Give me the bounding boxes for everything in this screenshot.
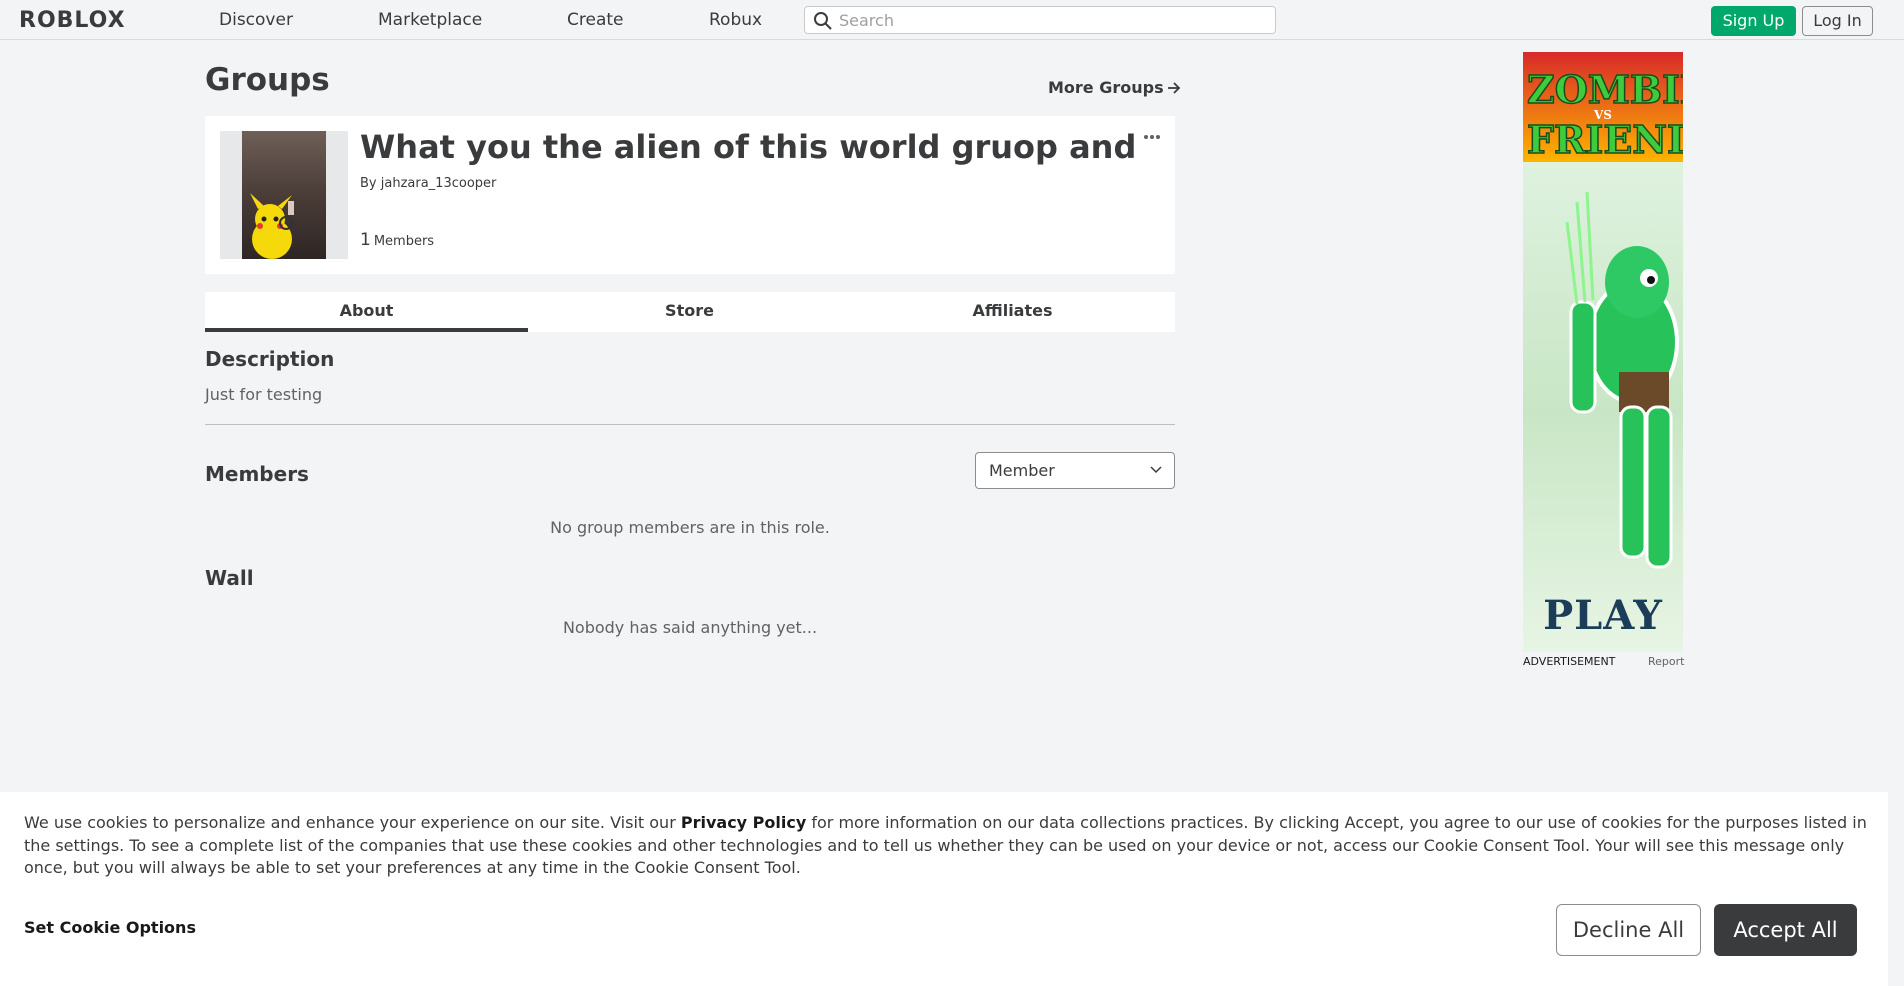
top-navigation-bar: ROBLOX Discover Marketplace Create Robux…: [0, 0, 1904, 40]
description-heading: Description: [205, 347, 335, 371]
zombie-character-image: [1565, 192, 1679, 569]
arrow-right-icon: [1167, 82, 1180, 94]
advertisement-label: ADVERTISEMENT: [1523, 655, 1616, 668]
page-title: Groups: [205, 62, 330, 98]
ad-title-line1: ZOMBIE: [1526, 67, 1683, 112]
accept-all-button[interactable]: Accept All: [1714, 904, 1857, 956]
role-selected-value: Member: [989, 461, 1055, 480]
nav-marketplace[interactable]: Marketplace: [378, 10, 482, 30]
cookie-text-before: We use cookies to personalize and enhanc…: [24, 813, 681, 832]
description-text: Just for testing: [205, 385, 323, 404]
more-groups-label: More Groups: [1048, 78, 1164, 97]
group-emblem: [220, 131, 348, 259]
ad-title: ZOMBIE VS FRIEND: [1526, 67, 1683, 162]
set-cookie-options-link[interactable]: Set Cookie Options: [24, 918, 196, 937]
search-box[interactable]: [804, 6, 1276, 34]
group-owner: By jahzara_13cooper: [360, 176, 496, 191]
nav-create[interactable]: Create: [567, 10, 624, 30]
cookie-message: We use cookies to personalize and enhanc…: [24, 812, 1874, 880]
tab-about[interactable]: About: [205, 292, 528, 332]
report-ad-link[interactable]: Report: [1648, 655, 1684, 668]
ad-title-line2: FRIEND: [1526, 117, 1683, 162]
pikachu-image: [250, 193, 294, 259]
log-in-button[interactable]: Log In: [1802, 6, 1873, 36]
section-divider: [205, 424, 1175, 425]
decline-all-button[interactable]: Decline All: [1556, 904, 1701, 956]
roblox-logo[interactable]: ROBLOX: [19, 8, 126, 33]
group-name: What you the alien of this world gruop a…: [360, 128, 1140, 166]
more-options-icon[interactable]: [1143, 134, 1161, 140]
role-dropdown[interactable]: Member: [975, 452, 1175, 489]
tab-store[interactable]: Store: [528, 292, 851, 332]
group-member-count: 1 Members: [360, 230, 434, 250]
advertisement-banner[interactable]: ZOMBIE VS FRIEND PLAY: [1523, 52, 1683, 652]
by-prefix: By: [360, 176, 377, 191]
wall-heading: Wall: [205, 566, 254, 590]
members-empty-message: No group members are in this role.: [550, 518, 830, 537]
member-count-number: 1: [360, 230, 371, 250]
nav-robux[interactable]: Robux: [709, 10, 762, 30]
ad-play-text: PLAY: [1543, 592, 1663, 639]
group-header-card: What you the alien of this world gruop a…: [205, 116, 1175, 274]
wall-empty-message: Nobody has said anything yet...: [562, 618, 818, 637]
sign-up-button[interactable]: Sign Up: [1711, 6, 1796, 36]
more-groups-link[interactable]: More Groups: [1048, 78, 1181, 97]
tab-affiliates[interactable]: Affiliates: [851, 292, 1174, 332]
search-input[interactable]: [839, 9, 1259, 31]
member-count-label: Members: [373, 234, 435, 249]
owner-link[interactable]: jahzara_13cooper: [381, 176, 497, 191]
chevron-down-icon: [1150, 466, 1162, 474]
search-icon: [814, 12, 832, 30]
members-heading: Members: [205, 462, 309, 486]
privacy-policy-link[interactable]: Privacy Policy: [681, 813, 806, 832]
cookie-consent-banner: We use cookies to personalize and enhanc…: [0, 792, 1888, 986]
nav-discover[interactable]: Discover: [219, 10, 293, 30]
page-scrollbar[interactable]: [1888, 792, 1904, 986]
group-tabs: About Store Affiliates: [205, 292, 1175, 332]
